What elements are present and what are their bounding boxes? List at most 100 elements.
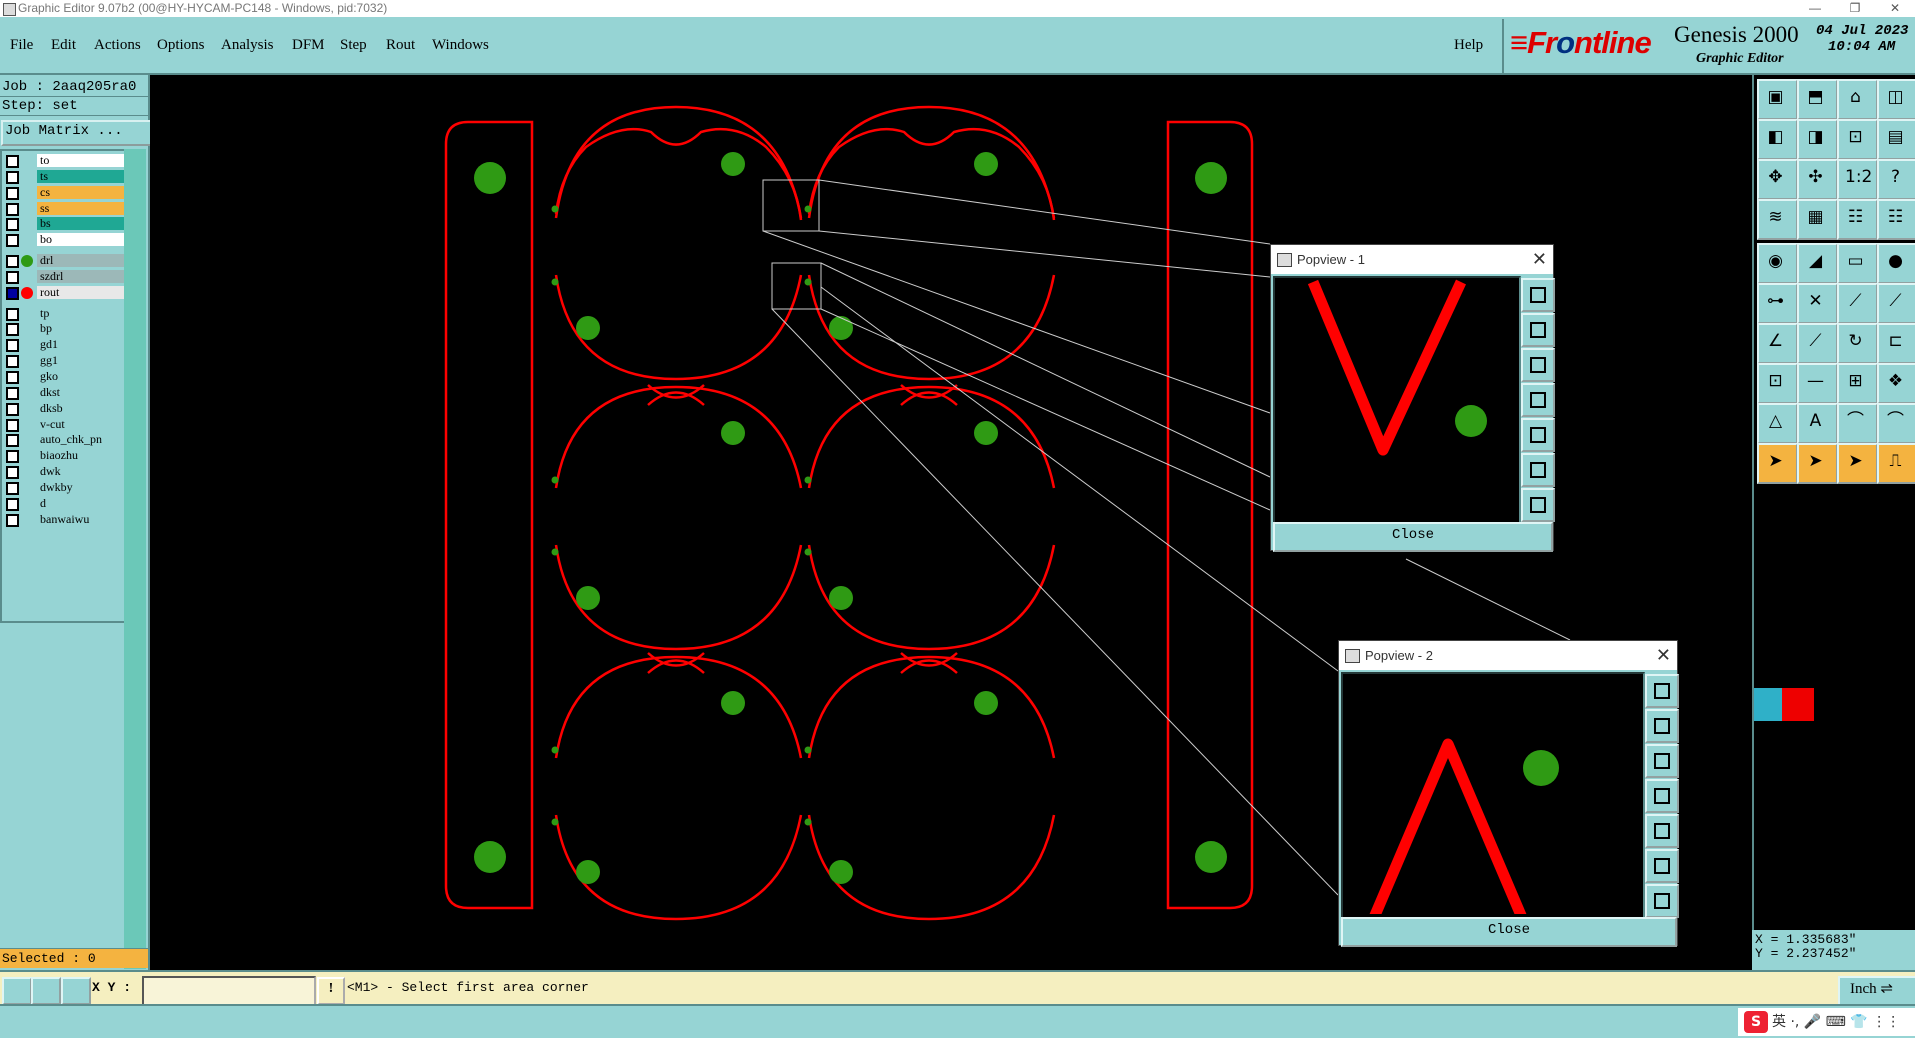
grid-button[interactable]: ▦: [1797, 199, 1838, 240]
layer-row-d[interactable]: d: [4, 496, 124, 511]
layer-row-bo[interactable]: bo: [4, 232, 124, 248]
menu-windows[interactable]: Windows: [432, 37, 489, 54]
layer-checkbox[interactable]: [6, 202, 19, 216]
pv2-pan-up-button[interactable]: [1645, 709, 1679, 743]
select-arrow-button[interactable]: ➤: [1757, 443, 1798, 484]
fit-board-button[interactable]: ✥: [1757, 159, 1798, 200]
popview-1-close-icon[interactable]: ✕: [1532, 245, 1547, 273]
close-window-button[interactable]: ✕: [1875, 0, 1915, 17]
open-step-button[interactable]: ▣: [1757, 79, 1798, 120]
pv2-pan-left-button[interactable]: [1645, 779, 1679, 813]
fill-mode-button[interactable]: ⊏: [1877, 323, 1915, 364]
layer-row-rout[interactable]: rout: [4, 285, 124, 300]
rotate-button[interactable]: ↻: [1837, 323, 1878, 364]
layer-row-dwk[interactable]: dwk: [4, 464, 124, 480]
line-red-button[interactable]: ∠: [1757, 323, 1798, 364]
layout-button[interactable]: ◫: [1877, 79, 1915, 120]
link-button[interactable]: ⟋: [1877, 283, 1915, 324]
layer-checkbox[interactable]: [6, 307, 19, 321]
menu-file[interactable]: File: [10, 37, 33, 54]
pv2-zoom-in-button[interactable]: [1645, 884, 1679, 918]
layer-checkbox[interactable]: [6, 255, 19, 269]
unit-toggle-button[interactable]: Inch ⇌: [1838, 976, 1915, 1006]
select-box-button[interactable]: ➤: [1797, 443, 1838, 484]
layer-checkbox[interactable]: [6, 513, 19, 527]
layer-checkbox[interactable]: [6, 234, 19, 248]
home-button[interactable]: ⌂: [1837, 79, 1878, 120]
step-thumbnail[interactable]: [1754, 688, 1814, 721]
layer-row-to[interactable]: to: [4, 153, 124, 168]
layer-row-drl[interactable]: drl: [4, 253, 124, 269]
zoom-fit-button[interactable]: ⊡: [1837, 119, 1878, 160]
layer-checkbox[interactable]: [6, 434, 19, 448]
pv2-zoom-home-button[interactable]: [1645, 674, 1679, 708]
move-red-button[interactable]: ⟋: [1837, 283, 1878, 324]
arc-shape-button[interactable]: ⌒: [1837, 403, 1878, 444]
layer-checkbox[interactable]: [6, 402, 19, 416]
help-button[interactable]: ?: [1877, 159, 1915, 200]
popview-2-view[interactable]: [1341, 672, 1645, 923]
pv1-pan-right-button[interactable]: [1521, 418, 1555, 452]
layer-checkbox[interactable]: [6, 339, 19, 353]
menu-help[interactable]: Help: [1454, 37, 1483, 54]
layer-checkbox[interactable]: [6, 386, 19, 400]
layer-row-cs[interactable]: cs: [4, 185, 124, 200]
cross-button[interactable]: ✕: [1797, 283, 1838, 324]
save-button[interactable]: ⬒: [1797, 79, 1838, 120]
pv2-zoom-out-button[interactable]: [1645, 849, 1679, 883]
rout-tool-button[interactable]: ☷: [1877, 199, 1915, 240]
zoom-box-button[interactable]: [2, 977, 32, 1005]
layer-row-ss[interactable]: ss: [4, 201, 124, 216]
pan-right-button[interactable]: ◨: [1797, 119, 1838, 160]
drill-tool-button[interactable]: ☷: [1837, 199, 1878, 240]
layer-checkbox[interactable]: [6, 218, 19, 232]
layer-checkbox[interactable]: [6, 286, 19, 300]
layer-row-dwkby[interactable]: dwkby: [4, 480, 124, 495]
layer-checkbox[interactable]: [6, 270, 19, 284]
copy-blue-button[interactable]: ❖: [1877, 363, 1915, 404]
pv1-zoom-out-button[interactable]: [1521, 453, 1555, 487]
pan-left-button[interactable]: ◧: [1757, 119, 1798, 160]
layer-row-auto_chk_pn[interactable]: auto_chk_pn: [4, 432, 124, 448]
sheet-button[interactable]: ▤: [1877, 119, 1915, 160]
clear-button[interactable]: !: [317, 977, 345, 1005]
layer-row-szdrl[interactable]: szdrl: [4, 269, 124, 284]
round-pad-button[interactable]: ●: [1877, 243, 1915, 284]
line-draw-button[interactable]: ◢: [1797, 243, 1838, 284]
layer-checkbox[interactable]: [6, 323, 19, 337]
layer-row-bp[interactable]: bp: [4, 321, 124, 337]
pv2-pan-right-button[interactable]: [1645, 814, 1679, 848]
slash-button[interactable]: ⟋: [1797, 323, 1838, 364]
layer-checkbox[interactable]: [6, 450, 19, 464]
menu-dfm[interactable]: DFM: [292, 37, 325, 54]
menu-options[interactable]: Options: [157, 37, 205, 54]
pad-square-button[interactable]: ⊡: [1757, 363, 1798, 404]
measure-button[interactable]: [31, 977, 61, 1005]
center-button[interactable]: ✣: [1797, 159, 1838, 200]
pv1-pan-left-button[interactable]: [1521, 383, 1555, 417]
select-pointer-button[interactable]: ➤: [1837, 443, 1878, 484]
layer-row-ts[interactable]: ts: [4, 169, 124, 184]
layer-row-dkst[interactable]: dkst: [4, 385, 124, 400]
stairs-button[interactable]: ⎍: [1877, 443, 1915, 484]
pad-add-button[interactable]: ◉: [1757, 243, 1798, 284]
measure-button[interactable]: ▭: [1837, 243, 1878, 284]
layer-checkbox[interactable]: [6, 170, 19, 184]
layer-row-gko[interactable]: gko: [4, 369, 124, 384]
arc-alt-button[interactable]: ⌒: [1877, 403, 1915, 444]
menu-actions[interactable]: Actions: [94, 37, 141, 54]
popview-2-close-button[interactable]: Close: [1341, 917, 1677, 947]
snap-button[interactable]: ≋: [1757, 199, 1798, 240]
a-shape-button[interactable]: A: [1797, 403, 1838, 444]
layer-checkbox[interactable]: [6, 186, 19, 200]
layer-row-gd1[interactable]: gd1: [4, 337, 124, 353]
pv2-pan-down-button[interactable]: [1645, 744, 1679, 778]
xy-input[interactable]: [142, 976, 316, 1007]
popview-1-close-button[interactable]: Close: [1273, 522, 1553, 552]
dash-button[interactable]: —: [1797, 363, 1838, 404]
pv1-pan-up-button[interactable]: [1521, 313, 1555, 347]
minimize-button[interactable]: —: [1795, 0, 1835, 17]
ime-toolbar[interactable]: S英 ·, 🎤 ⌨ 👕 ⋮⋮: [1738, 1008, 1915, 1036]
popview-1-view[interactable]: [1273, 276, 1521, 524]
layer-checkbox[interactable]: [6, 355, 19, 369]
